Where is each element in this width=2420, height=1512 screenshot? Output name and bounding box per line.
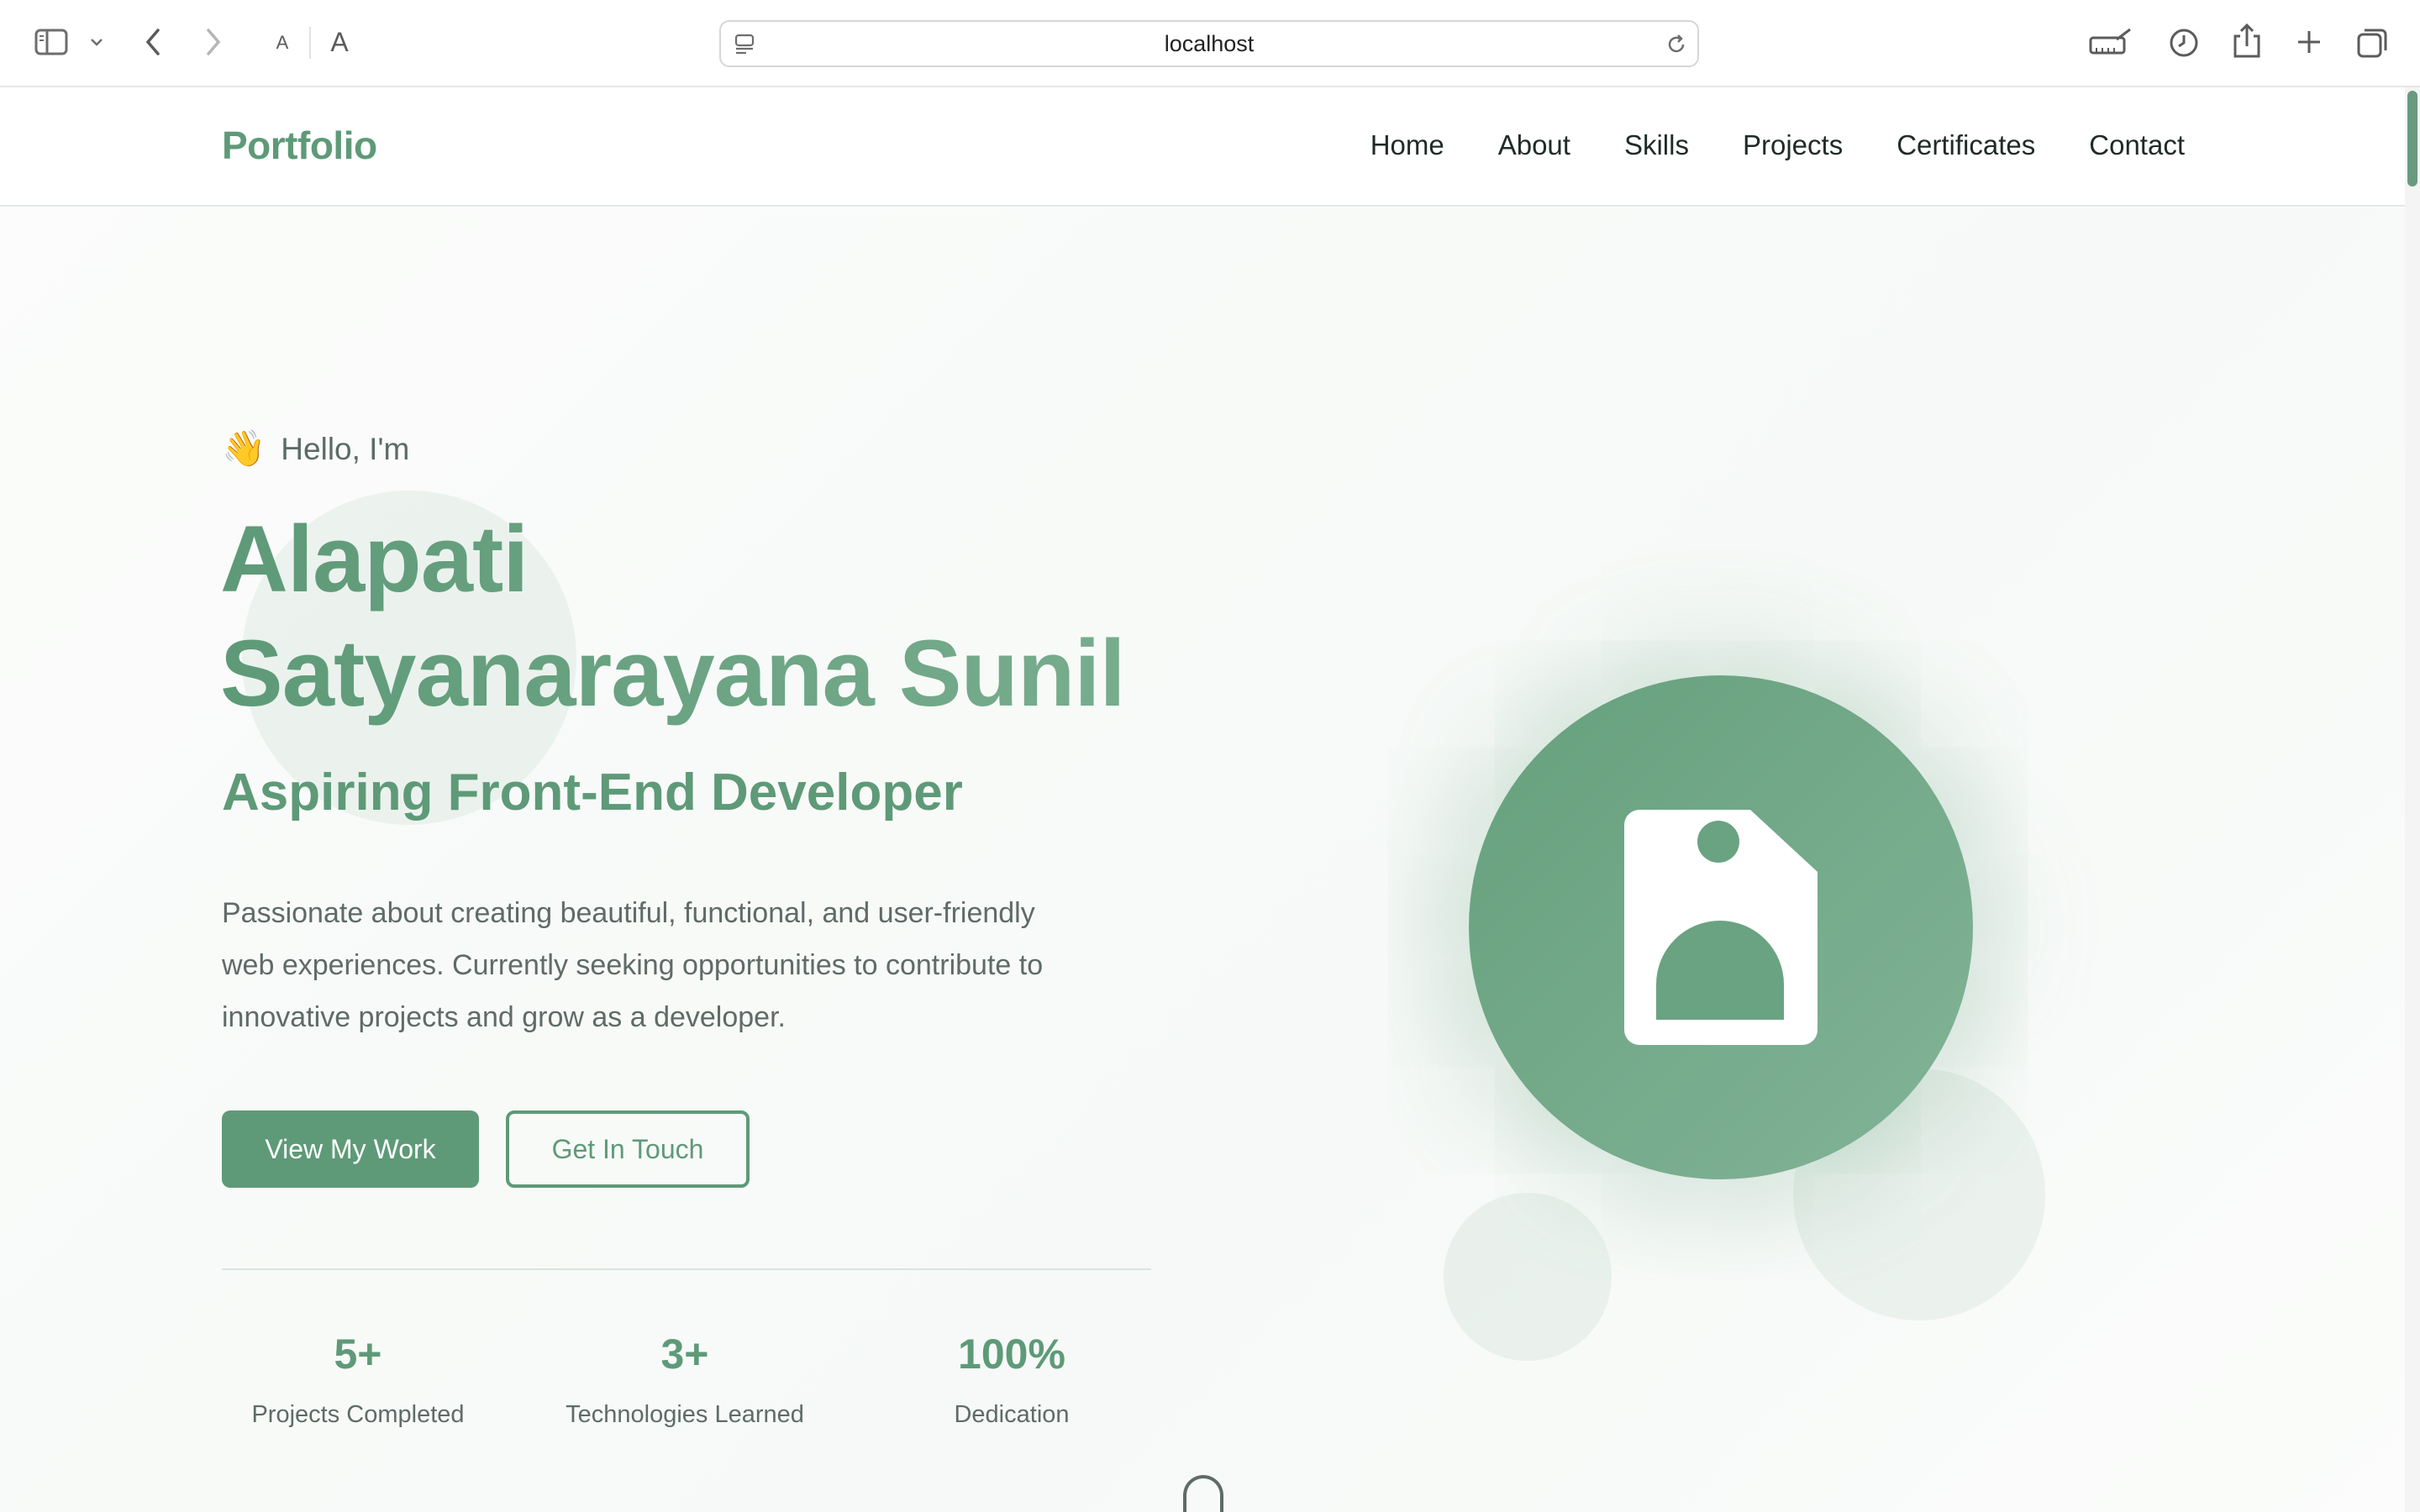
view-my-work-button[interactable]: View My Work: [222, 1110, 479, 1188]
stat-label: Technologies Learned: [566, 1401, 804, 1428]
ruler-pen-icon[interactable]: [2087, 25, 2134, 60]
toolbar-divider: [309, 27, 311, 59]
scroll-indicator[interactable]: [1183, 1475, 1223, 1512]
nav-link-certificates[interactable]: Certificates: [1897, 129, 2035, 161]
stat-value: 100%: [958, 1331, 1065, 1378]
stats-divider: [222, 1268, 1151, 1270]
url-text: localhost: [1164, 31, 1255, 56]
hero-section: 👋 Hello, I'm Alapati Satyanarayana Sunil…: [0, 208, 2405, 1512]
tabs-icon[interactable]: [2354, 25, 2390, 60]
hero-name: Alapati Satyanarayana Sunil: [220, 502, 1397, 731]
sidebar-icon[interactable]: [32, 25, 71, 59]
wave-icon: 👋: [222, 428, 266, 468]
greeting: 👋 Hello, I'm: [222, 428, 409, 470]
stat-technologies: 3+ Technologies Learned: [546, 1329, 823, 1429]
nav-link-projects[interactable]: Projects: [1743, 129, 1843, 161]
text-larger-icon[interactable]: A: [323, 24, 356, 60]
stat-dedication: 100% Dedication: [873, 1329, 1150, 1429]
share-icon[interactable]: [2230, 22, 2264, 60]
greeting-text: Hello, I'm: [281, 431, 410, 466]
scrollbar-thumb[interactable]: [2407, 91, 2417, 186]
id-badge-icon: [1624, 810, 1818, 1045]
hero-role: Aspiring Front-End Developer: [222, 764, 963, 822]
hero-name-line1: Alapati: [220, 507, 529, 612]
back-icon[interactable]: [139, 25, 166, 59]
site-navbar: Portfolio Home About Skills Projects Cer…: [0, 87, 2405, 207]
reload-icon[interactable]: [1664, 32, 1689, 57]
stat-label: Dedication: [954, 1401, 1070, 1428]
stat-projects: 5+ Projects Completed: [219, 1329, 497, 1429]
browser-toolbar: A A localhost: [0, 0, 2420, 87]
stat-value: 3+: [660, 1331, 709, 1378]
nav-link-contact[interactable]: Contact: [2089, 129, 2185, 161]
avatar: [1469, 675, 1973, 1179]
plus-icon[interactable]: [2292, 25, 2326, 59]
hero-description: Passionate about creating beautiful, fun…: [222, 897, 1044, 1033]
chevron-down-icon[interactable]: [87, 32, 106, 52]
stat-value: 5+: [334, 1331, 382, 1378]
text-smaller-icon[interactable]: A: [269, 27, 296, 59]
get-in-touch-button[interactable]: Get In Touch: [506, 1110, 750, 1188]
address-bar[interactable]: localhost: [719, 20, 1699, 67]
forward-icon[interactable]: [200, 25, 227, 59]
nav-link-home[interactable]: Home: [1370, 129, 1444, 161]
nav-link-about[interactable]: About: [1498, 129, 1570, 161]
history-clock-icon[interactable]: [2166, 25, 2202, 60]
brand-logo[interactable]: Portfolio: [222, 123, 377, 168]
nav-link-skills[interactable]: Skills: [1624, 129, 1689, 161]
scrollbar[interactable]: [2405, 87, 2420, 1512]
stat-label: Projects Completed: [251, 1401, 465, 1428]
decorative-blob: [1444, 1193, 1612, 1361]
nav-links: Home About Skills Projects Certificates …: [1370, 129, 2185, 161]
hero-name-line2: Satyanarayana Sunil: [220, 621, 1125, 726]
